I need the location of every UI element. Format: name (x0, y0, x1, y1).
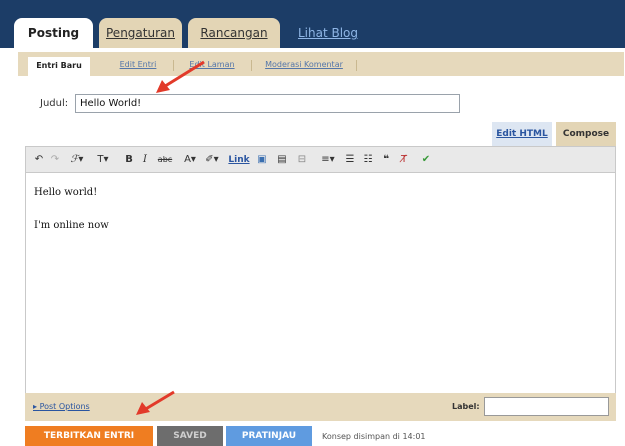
remove-formatting-icon[interactable]: T̸ (396, 152, 412, 168)
spell-check-icon[interactable]: ✔ (418, 152, 434, 168)
formatting-toolbar: ↶ ↷ ℱ▾ T▾ B I abc A▾ ✐▾ Link ▣ ▤ ⊟ ≡▾ ☰ … (25, 146, 616, 172)
labels-input[interactable] (484, 397, 609, 416)
quote-icon[interactable]: ❝ (378, 152, 394, 168)
subtab-moderate-comments[interactable]: Moderasi Komentar (258, 56, 350, 74)
editor-line: I'm online now (34, 220, 109, 231)
tab-pengaturan[interactable]: Pengaturan (99, 18, 182, 48)
font-size-icon[interactable]: T▾ (92, 152, 114, 168)
post-body-editor[interactable]: Hello world! I'm online now (25, 172, 616, 394)
link-button[interactable]: Link (228, 152, 250, 168)
post-options-link[interactable]: ▸ Post Options (33, 402, 90, 411)
edit-html-tab[interactable]: Edit HTML (492, 122, 552, 146)
post-footer: ▸ Post Options Label: (25, 393, 616, 421)
bulleted-list-icon[interactable]: ☷ (360, 152, 376, 168)
subtab-new-entry[interactable]: Entri Baru (28, 57, 90, 76)
annotation-arrow-icon (156, 60, 205, 93)
compose-tab[interactable]: Compose (556, 122, 616, 146)
insert-image-icon[interactable]: ▣ (254, 152, 270, 168)
alignment-icon[interactable]: ≡▾ (318, 152, 338, 168)
draft-saved-status: Konsep disimpan di 14:01 (322, 432, 426, 441)
saved-button[interactable]: SAVED (157, 426, 223, 446)
numbered-list-icon[interactable]: ☰ (342, 152, 358, 168)
undo-icon[interactable]: ↶ (32, 152, 46, 168)
preview-button[interactable]: PRATINJAU (226, 426, 312, 446)
redo-icon[interactable]: ↷ (48, 152, 62, 168)
subtab-divider (356, 60, 357, 71)
post-options-label: Post Options (39, 402, 90, 411)
tab-rancangan[interactable]: Rancangan (188, 18, 280, 48)
annotation-arrow-icon (136, 390, 175, 415)
highlight-color-icon[interactable]: ✐▾ (202, 152, 222, 168)
insert-video-icon[interactable]: ▤ (274, 152, 290, 168)
jump-break-icon[interactable]: ⊟ (294, 152, 310, 168)
bold-icon[interactable]: B (122, 152, 136, 168)
italic-icon[interactable]: I (138, 152, 152, 168)
tab-posting[interactable]: Posting (14, 18, 93, 48)
subtab-bar: Entri Baru Edit Entri Edit Laman Moderas… (18, 52, 624, 76)
title-input[interactable] (75, 94, 460, 113)
text-color-icon[interactable]: A▾ (180, 152, 200, 168)
title-label: Judul: (40, 98, 69, 109)
labels-label: Label: (452, 402, 480, 411)
font-family-icon[interactable]: ℱ▾ (66, 152, 88, 168)
publish-button[interactable]: TERBITKAN ENTRI (25, 426, 153, 446)
subtab-divider (251, 60, 252, 71)
strikethrough-icon[interactable]: abc (156, 152, 174, 168)
view-blog-link[interactable]: Lihat Blog (288, 18, 368, 48)
editor-line: Hello world! (34, 187, 98, 198)
